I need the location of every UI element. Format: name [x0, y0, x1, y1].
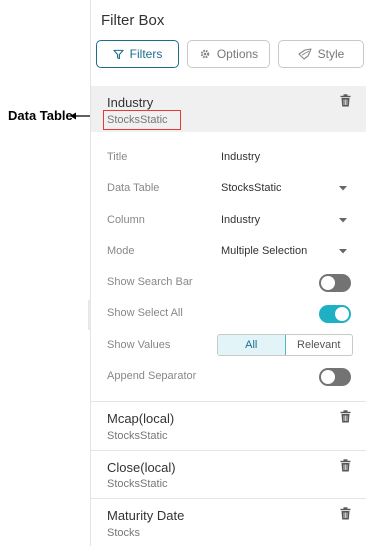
append-separator-toggle[interactable]: [319, 368, 351, 386]
section-title: Industry: [107, 95, 154, 110]
setting-label: Column: [107, 214, 145, 226]
setting-label: Show Select All: [107, 307, 183, 319]
show-select-all-toggle[interactable]: [319, 305, 351, 323]
setting-show-values-row: Show Values All Relevant: [91, 331, 366, 361]
chevron-down-icon[interactable]: [339, 186, 347, 191]
tab-style[interactable]: Style: [278, 40, 364, 68]
filter-icon: [113, 49, 124, 59]
setting-label: Data Table: [107, 182, 160, 194]
trash-icon[interactable]: [340, 459, 351, 472]
section-title: Maturity Date: [107, 508, 185, 523]
setting-label: Append Separator: [107, 370, 197, 382]
setting-data-table-row[interactable]: Data Table StocksStatic: [91, 174, 366, 204]
annotation-label: Data Table: [8, 108, 73, 123]
section-title: Close(local): [107, 460, 176, 475]
trash-icon[interactable]: [340, 94, 351, 107]
setting-mode-row[interactable]: Mode Multiple Selection: [91, 237, 366, 267]
setting-search-bar-row: Show Search Bar: [91, 268, 366, 298]
tab-filters-label: Filters: [129, 47, 163, 61]
style-icon: [298, 48, 312, 60]
show-search-bar-toggle[interactable]: [319, 274, 351, 292]
setting-title-row: Title Industry: [91, 143, 366, 173]
setting-label: Title: [107, 151, 128, 163]
trash-icon[interactable]: [340, 410, 351, 423]
column-select[interactable]: Industry: [221, 214, 260, 226]
setting-select-all-row: Show Select All: [91, 299, 366, 329]
show-values-all-button[interactable]: All: [218, 335, 286, 355]
toggle-knob: [321, 370, 335, 384]
setting-label: Show Values: [107, 339, 171, 351]
tab-style-label: Style: [317, 47, 345, 61]
data-table-highlight: [103, 110, 181, 130]
setting-column-row[interactable]: Column Industry: [91, 206, 366, 236]
filter-section-mcap[interactable]: Mcap(local) StocksStatic: [91, 402, 366, 450]
section-data-table: Stocks: [107, 527, 141, 539]
show-values-relevant-button[interactable]: Relevant: [286, 335, 353, 355]
chevron-down-icon[interactable]: [339, 249, 347, 254]
mode-select[interactable]: Multiple Selection: [221, 245, 307, 257]
filter-box-panel: Filter Box Filters Options Style Industr…: [88, 0, 366, 546]
section-data-table: StocksStatic: [107, 478, 168, 490]
filter-section-maturity-date[interactable]: Maturity Date Stocks: [91, 499, 366, 546]
title-field[interactable]: Industry: [221, 151, 260, 163]
tab-options-label: Options: [216, 47, 259, 61]
data-table-select[interactable]: StocksStatic: [221, 182, 282, 194]
section-data-table: StocksStatic: [107, 430, 168, 442]
tab-filters[interactable]: Filters: [96, 40, 179, 68]
toggle-knob: [321, 276, 335, 290]
chevron-down-icon[interactable]: [339, 218, 347, 223]
trash-icon[interactable]: [340, 507, 351, 520]
setting-label: Mode: [107, 245, 135, 257]
panel-title: Filter Box: [101, 12, 165, 29]
toggle-knob: [335, 307, 349, 321]
tab-options[interactable]: Options: [187, 40, 270, 68]
setting-append-separator-row: Append Separator: [91, 362, 366, 392]
section-title: Mcap(local): [107, 411, 175, 426]
show-values-segmented: All Relevant: [217, 334, 353, 356]
filter-section-close[interactable]: Close(local) StocksStatic: [91, 451, 366, 498]
gear-icon: [200, 49, 210, 59]
annotation-arrow-icon: [70, 112, 92, 120]
settings-tabs: Filters Options Style: [96, 40, 364, 70]
setting-label: Show Search Bar: [107, 276, 193, 288]
